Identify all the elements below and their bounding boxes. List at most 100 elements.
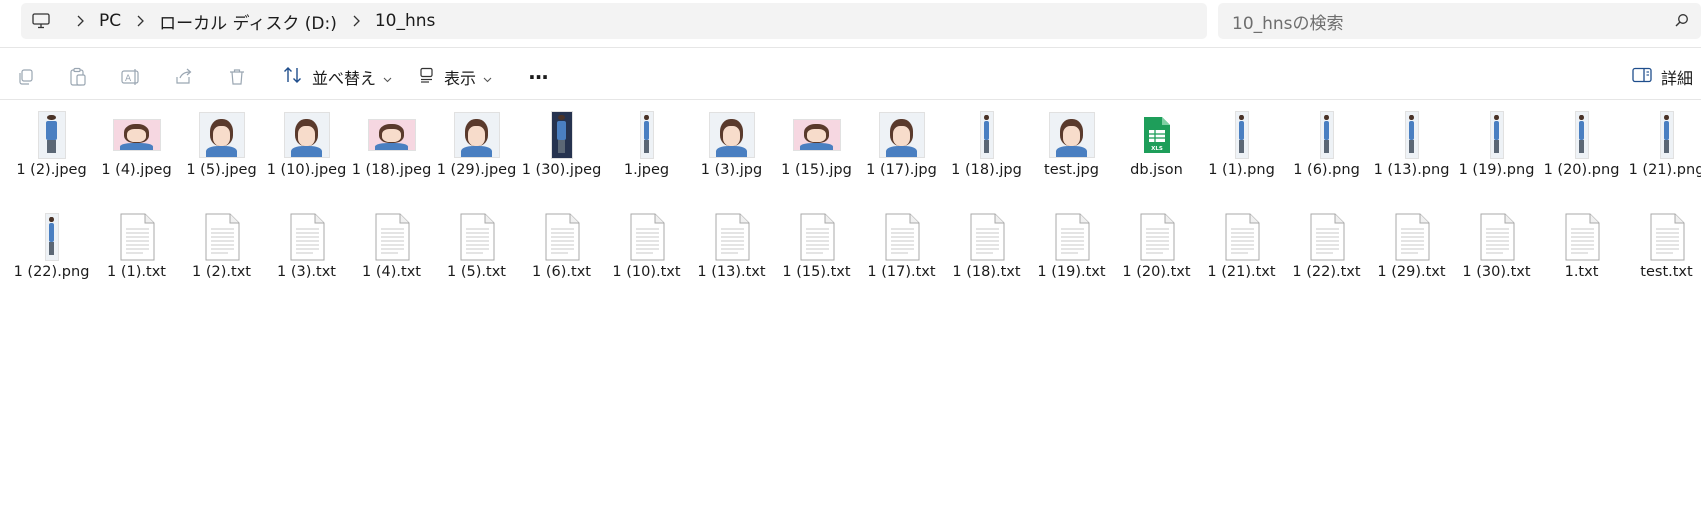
search-input[interactable]: 10_hnsの検索 — [1232, 9, 1675, 34]
paste-icon[interactable] — [66, 62, 90, 92]
file-item[interactable]: 1 (15).jpg — [774, 109, 859, 211]
breadcrumb-item-pc[interactable]: PC — [99, 11, 121, 31]
file-item[interactable]: test.txt — [1624, 211, 1701, 313]
file-name: 1 (30).txt — [1462, 264, 1531, 280]
breadcrumb-item-drive[interactable]: ローカル ディスク (D:) — [159, 9, 337, 34]
file-name: 1 (13).png — [1373, 162, 1450, 178]
more-options-button[interactable]: ··· — [524, 62, 552, 92]
file-item[interactable]: 1 (30).txt — [1454, 211, 1539, 313]
file-item[interactable]: 1 (17).txt — [859, 211, 944, 313]
rename-icon[interactable]: A — [119, 62, 143, 92]
file-item[interactable]: 1 (1).txt — [94, 211, 179, 313]
file-item[interactable]: 1 (22).txt — [1284, 211, 1369, 313]
file-item[interactable]: 1 (2).jpeg — [9, 109, 94, 211]
file-name: 1 (22).png — [13, 264, 90, 280]
image-thumbnail-frame — [1635, 109, 1699, 161]
share-icon[interactable] — [172, 62, 196, 92]
file-item[interactable]: 1 (17).jpg — [859, 109, 944, 211]
text-file-icon — [1465, 211, 1529, 263]
address-bar[interactable]: PC ローカル ディスク (D:) 10_hns — [21, 3, 1207, 39]
file-name: db.json — [1130, 162, 1183, 178]
file-item[interactable]: 1.txt — [1539, 211, 1624, 313]
file-name: 1 (5).txt — [447, 264, 506, 280]
more-icon: ··· — [528, 65, 549, 89]
file-item[interactable]: 1 (6).txt — [519, 211, 604, 313]
image-thumbnail-frame — [1210, 109, 1274, 161]
image-thumbnail — [38, 112, 65, 158]
copy-icon[interactable] — [14, 62, 38, 92]
image-thumbnail-frame — [1040, 109, 1104, 161]
file-item[interactable]: 1 (15).txt — [774, 211, 859, 313]
sort-label: 並べ替え — [312, 69, 377, 88]
file-item[interactable]: 1 (21).png — [1624, 109, 1701, 211]
file-item[interactable]: 1 (29).txt — [1369, 211, 1454, 313]
file-item[interactable]: test.jpg — [1029, 109, 1114, 211]
file-name: 1 (22).txt — [1292, 264, 1361, 280]
text-file-icon — [105, 211, 169, 263]
file-name: 1 (4).txt — [362, 264, 421, 280]
file-item[interactable]: XLS db.json — [1114, 109, 1199, 211]
file-name: 1 (3).jpg — [700, 162, 763, 178]
chevron-right-icon[interactable] — [337, 15, 375, 27]
file-item[interactable]: 1.jpeg — [604, 109, 689, 211]
file-grid: 1 (2).jpeg 1 (4).jpeg 1 (5).jpeg 1 (10).jpe… — [9, 109, 1701, 313]
file-item[interactable]: 1 (1).png — [1199, 109, 1284, 211]
trash-icon[interactable] — [225, 62, 249, 92]
file-item[interactable]: 1 (18).jpg — [944, 109, 1029, 211]
chevron-right-icon[interactable] — [121, 15, 159, 27]
image-thumbnail — [199, 113, 244, 157]
view-button[interactable]: 表示 — [419, 62, 492, 92]
image-thumbnail-frame — [955, 109, 1019, 161]
chevron-right-icon[interactable] — [61, 15, 99, 27]
image-thumbnail — [1575, 112, 1588, 158]
svg-text:XLS: XLS — [1151, 146, 1163, 152]
search-box[interactable]: 10_hnsの検索 — [1218, 3, 1701, 39]
file-item[interactable]: 1 (2).txt — [179, 211, 264, 313]
image-thumbnail — [1049, 113, 1094, 157]
file-name: 1 (2).jpeg — [16, 162, 87, 178]
search-icon[interactable] — [1675, 12, 1701, 31]
view-label: 表示 — [444, 69, 477, 88]
file-item[interactable]: 1 (20).txt — [1114, 211, 1199, 313]
file-item[interactable]: 1 (13).txt — [689, 211, 774, 313]
breadcrumb-item-folder[interactable]: 10_hns — [375, 11, 436, 31]
file-item[interactable]: 1 (4).jpeg — [94, 109, 179, 211]
text-file-icon — [785, 211, 849, 263]
file-item[interactable]: 1 (21).txt — [1199, 211, 1284, 313]
file-item[interactable]: 1 (5).txt — [434, 211, 519, 313]
image-thumbnail — [1490, 112, 1503, 158]
file-item[interactable]: 1 (3).jpg — [689, 109, 774, 211]
divider — [0, 99, 1701, 100]
image-thumbnail-frame — [700, 109, 764, 161]
file-name: 1 (6).txt — [532, 264, 591, 280]
svg-text:A: A — [125, 74, 132, 84]
file-item[interactable]: 1 (4).txt — [349, 211, 434, 313]
file-item[interactable]: 1 (13).png — [1369, 109, 1454, 211]
text-file-icon — [1125, 211, 1189, 263]
file-item[interactable]: 1 (10).jpeg — [264, 109, 349, 211]
file-item[interactable]: 1 (5).jpeg — [179, 109, 264, 211]
file-item[interactable]: 1 (10).txt — [604, 211, 689, 313]
file-name: 1 (6).png — [1293, 162, 1360, 178]
file-item[interactable]: 1 (19).png — [1454, 109, 1539, 211]
file-name: 1 (15).txt — [782, 264, 851, 280]
file-item[interactable]: 1 (18).txt — [944, 211, 1029, 313]
image-thumbnail-frame — [20, 211, 84, 263]
spreadsheet-icon: XLS — [1125, 109, 1189, 161]
image-thumbnail-frame — [1295, 109, 1359, 161]
image-thumbnail — [113, 120, 160, 150]
file-item[interactable]: 1 (18).jpeg — [349, 109, 434, 211]
image-thumbnail-frame — [445, 109, 509, 161]
file-item[interactable]: 1 (6).png — [1284, 109, 1369, 211]
sort-button[interactable]: 並べ替え — [283, 62, 392, 92]
text-file-icon — [445, 211, 509, 263]
file-item[interactable]: 1 (22).png — [9, 211, 94, 313]
computer-icon[interactable] — [21, 13, 61, 29]
file-item[interactable]: 1 (29).jpeg — [434, 109, 519, 211]
file-item[interactable]: 1 (30).jpeg — [519, 109, 604, 211]
details-button[interactable]: 詳細 — [1632, 62, 1693, 92]
file-item[interactable]: 1 (20).png — [1539, 109, 1624, 211]
file-item[interactable]: 1 (3).txt — [264, 211, 349, 313]
file-item[interactable]: 1 (19).txt — [1029, 211, 1114, 313]
image-thumbnail — [1660, 112, 1673, 158]
